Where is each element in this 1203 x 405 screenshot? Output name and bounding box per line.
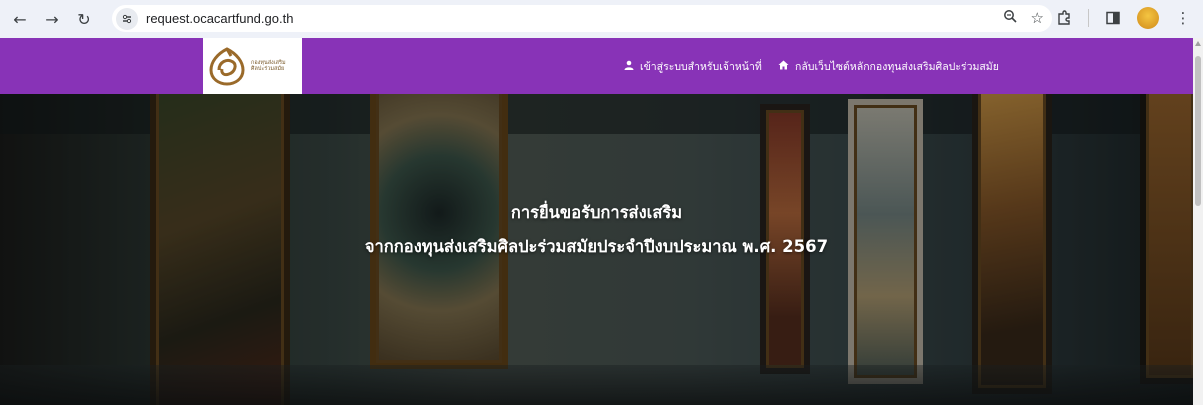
site-header: กองทุนส่งเสริม ศิลปะร่วมสมัย เข้าสู่ระบบ…	[0, 38, 1193, 94]
user-icon	[624, 60, 634, 73]
site-info-icon[interactable]	[116, 7, 138, 30]
home-icon	[778, 60, 789, 73]
toolbar-divider	[1088, 9, 1089, 27]
back-icon[interactable]: ←	[6, 5, 34, 33]
hero-banner: การยื่นขอรับการส่งเสริม จากกองทุนส่งเสริ…	[0, 94, 1193, 405]
logo-text-line2: ศิลปะร่วมสมัย	[251, 66, 285, 72]
extensions-icon[interactable]	[1052, 6, 1076, 30]
forward-icon[interactable]: →	[38, 5, 66, 33]
nav-login-label: เข้าสู่ระบบสำหรับเจ้าหน้าที่	[640, 61, 762, 73]
browser-toolbar: ← → ↻ request.ocacartfund.go.th ☆ ⋮	[0, 0, 1203, 38]
profile-avatar[interactable]	[1137, 7, 1159, 29]
page-scrollbar[interactable]	[1193, 38, 1203, 405]
nav-home-label: กลับเว็บไซต์หลักกองทุนส่งเสริมศิลปะร่วมส…	[795, 61, 999, 73]
hero-title-line2: จากกองทุนส่งเสริมศิลปะร่วมสมัยประจำปีงบป…	[364, 237, 829, 256]
menu-icon[interactable]: ⋮	[1171, 6, 1195, 30]
site-logo[interactable]: กองทุนส่งเสริม ศิลปะร่วมสมัย	[203, 38, 302, 94]
logo-emblem-icon	[209, 47, 245, 86]
hero-title-line1: การยื่นขอรับการส่งเสริม	[510, 203, 683, 222]
scroll-up-icon[interactable]	[1195, 41, 1201, 46]
side-panel-icon[interactable]	[1101, 6, 1125, 30]
scroll-thumb[interactable]	[1195, 56, 1201, 206]
reload-icon[interactable]: ↻	[70, 5, 98, 33]
nav-login-link[interactable]: เข้าสู่ระบบสำหรับเจ้าหน้าที่	[624, 58, 762, 75]
address-bar[interactable]: request.ocacartfund.go.th ☆	[112, 5, 1052, 32]
nav-home-link[interactable]: กลับเว็บไซต์หลักกองทุนส่งเสริมศิลปะร่วมส…	[778, 58, 999, 75]
zoom-icon[interactable]	[1003, 9, 1017, 27]
url-text[interactable]: request.ocacartfund.go.th	[146, 11, 293, 26]
bookmark-star-icon[interactable]: ☆	[1031, 9, 1044, 27]
